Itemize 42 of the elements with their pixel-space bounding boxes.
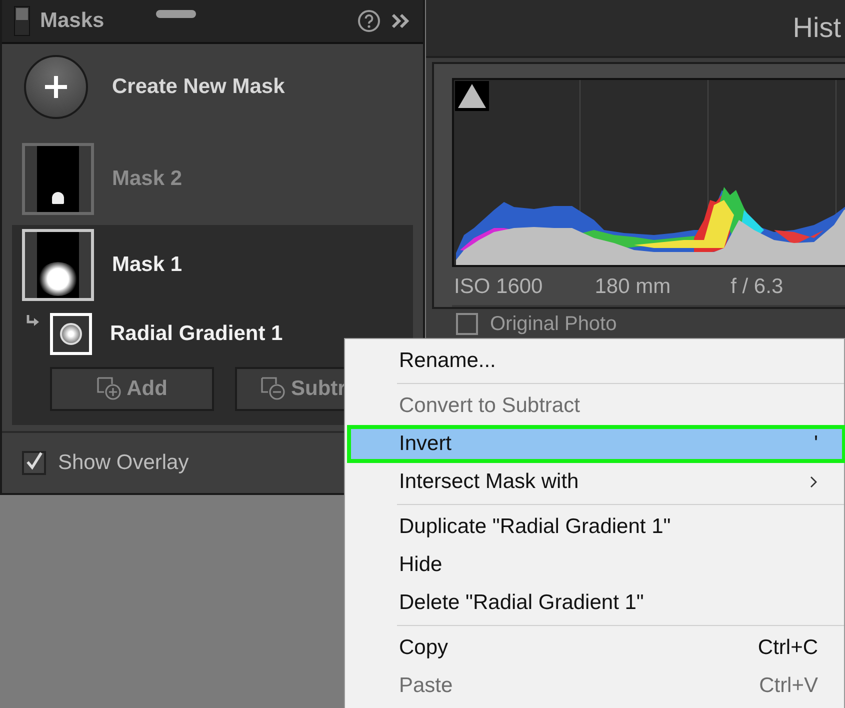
- menu-item-label: Paste: [399, 674, 453, 698]
- menu-item-label: Intersect Mask with: [399, 470, 579, 494]
- radial-gradient-thumbnail[interactable]: [50, 313, 92, 355]
- shortcut-label: Ctrl+C: [758, 636, 818, 660]
- mask-thumbnail[interactable]: [22, 143, 94, 215]
- clipping-warning-icon[interactable]: [455, 81, 489, 111]
- mask-subtract-icon: [261, 377, 287, 401]
- menu-item[interactable]: Copy Ctrl+C: [347, 629, 845, 667]
- menu-item[interactable]: Duplicate "Radial Gradient 1": [347, 508, 845, 546]
- exif-info: 180 mm: [594, 275, 671, 299]
- menu-item-label: Hide: [399, 553, 442, 577]
- show-overlay-label[interactable]: Show Overlay: [58, 451, 189, 475]
- menu-item-label: Copy: [399, 636, 448, 660]
- mask-name[interactable]: Mask 1: [112, 253, 182, 277]
- mask-add-icon: [96, 377, 123, 401]
- original-photo-label[interactable]: Original Photo: [490, 312, 617, 336]
- mask-thumbnail[interactable]: [22, 229, 94, 301]
- shortcut-label: Ctrl+V: [759, 674, 818, 698]
- create-mask-label[interactable]: Create New Mask: [112, 75, 285, 99]
- menu-item-label: Convert to Subtract: [399, 394, 580, 418]
- menu-item-label: Delete "Radial Gradient 1": [399, 591, 644, 615]
- help-icon[interactable]: [357, 9, 381, 33]
- exif-info: ISO 1600: [454, 275, 543, 299]
- shortcut-label: ': [814, 432, 818, 456]
- panel-toggle-icon[interactable]: [14, 6, 30, 36]
- collapse-icon[interactable]: [391, 13, 411, 29]
- checkbox[interactable]: [456, 313, 478, 335]
- component-name[interactable]: Radial Gradient 1: [110, 322, 283, 346]
- checkbox[interactable]: [22, 451, 46, 475]
- menu-item[interactable]: Invert ': [347, 425, 845, 463]
- menu-item-label: Rename...: [399, 349, 496, 373]
- plus-icon: [43, 74, 69, 100]
- menu-item[interactable]: Delete "Radial Gradient 1": [347, 584, 845, 622]
- panel-title: Hist: [792, 12, 841, 44]
- child-arrow-icon: [26, 315, 40, 327]
- panel-title: Masks: [40, 9, 104, 33]
- drag-handle[interactable]: [156, 10, 196, 18]
- menu-item-label: Duplicate "Radial Gradient 1": [399, 515, 671, 539]
- menu-item-label: Invert: [399, 432, 452, 456]
- menu-item[interactable]: Hide: [347, 546, 845, 584]
- exif-info: f / 6.3: [730, 275, 784, 299]
- menu-item[interactable]: Intersect Mask with: [347, 463, 845, 501]
